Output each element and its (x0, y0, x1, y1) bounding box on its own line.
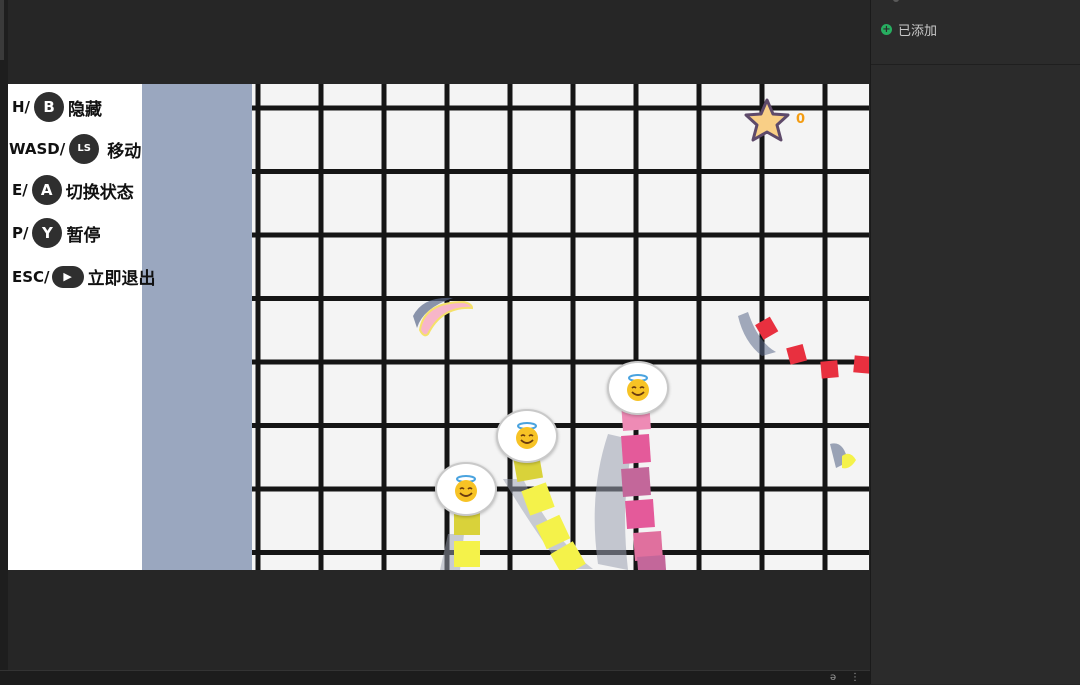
gamepad-b-icon: B (34, 92, 65, 122)
smiling-face-with-halo-icon (627, 374, 649, 401)
status-bar: ə ⋮ (0, 670, 870, 685)
gamepad-ls-icon: LS (69, 134, 100, 164)
control-key: H/ (12, 98, 31, 116)
yellow-snake-segment (454, 541, 480, 567)
scroll-knob[interactable] (0, 0, 4, 60)
control-label: 移动 (107, 141, 142, 162)
red-snake-segment (820, 360, 839, 379)
gamepad-start-icon: ▶ (51, 265, 84, 288)
left-edge-strip (0, 0, 8, 684)
control-switch: E/ A 切换状态 (12, 175, 134, 205)
control-label: 暂停 (66, 225, 101, 246)
side-panel: + 已添加 (870, 0, 1080, 684)
gamepad-y-icon: Y (32, 218, 63, 248)
control-label: 立即退出 (87, 269, 156, 289)
smiling-face-with-halo-icon (455, 475, 477, 502)
pink-snake-segment (621, 467, 651, 497)
smiling-face-with-halo-icon (516, 422, 538, 449)
player-avatar-1 (435, 462, 497, 516)
control-hide: H/ B 隐藏 (12, 92, 102, 122)
score-counter: 0 (796, 112, 806, 127)
partial-icon (893, 0, 899, 2)
more-icon[interactable]: ⋮ (850, 672, 860, 683)
control-move: WASD/ LS 移动 (9, 134, 141, 164)
added-label: 已添加 (898, 24, 938, 39)
game-view[interactable]: H/ B 隐藏 WASD/ LS 移动 E/ A 切换状态 P/ Y 暂停 ES… (8, 84, 869, 570)
lock-icon[interactable]: ə (830, 672, 836, 683)
control-label: 隐藏 (68, 99, 103, 120)
plus-circle-icon: + (881, 24, 892, 35)
food-item (842, 453, 856, 469)
added-status[interactable]: + 已添加 (881, 20, 937, 39)
control-pause: P/ Y 暂停 (12, 218, 100, 248)
pink-snake-segment (621, 434, 651, 464)
pink-snake-segment (625, 499, 655, 529)
grid-lines (252, 84, 869, 570)
control-key: P/ (12, 224, 29, 242)
control-key: WASD/ (9, 140, 66, 158)
player-avatar-3 (607, 361, 669, 415)
control-key: ESC/ (12, 267, 50, 286)
control-key: E/ (12, 181, 28, 199)
control-quit: ESC/ ▶ 立即退出 (12, 264, 156, 289)
control-label: 切换状态 (65, 182, 134, 203)
side-panel-header: + 已添加 (871, 0, 1080, 65)
red-snake-segment (853, 355, 869, 374)
player-avatar-2 (496, 409, 558, 463)
pink-snake-segment (637, 555, 667, 570)
gamepad-a-icon: A (31, 175, 62, 205)
